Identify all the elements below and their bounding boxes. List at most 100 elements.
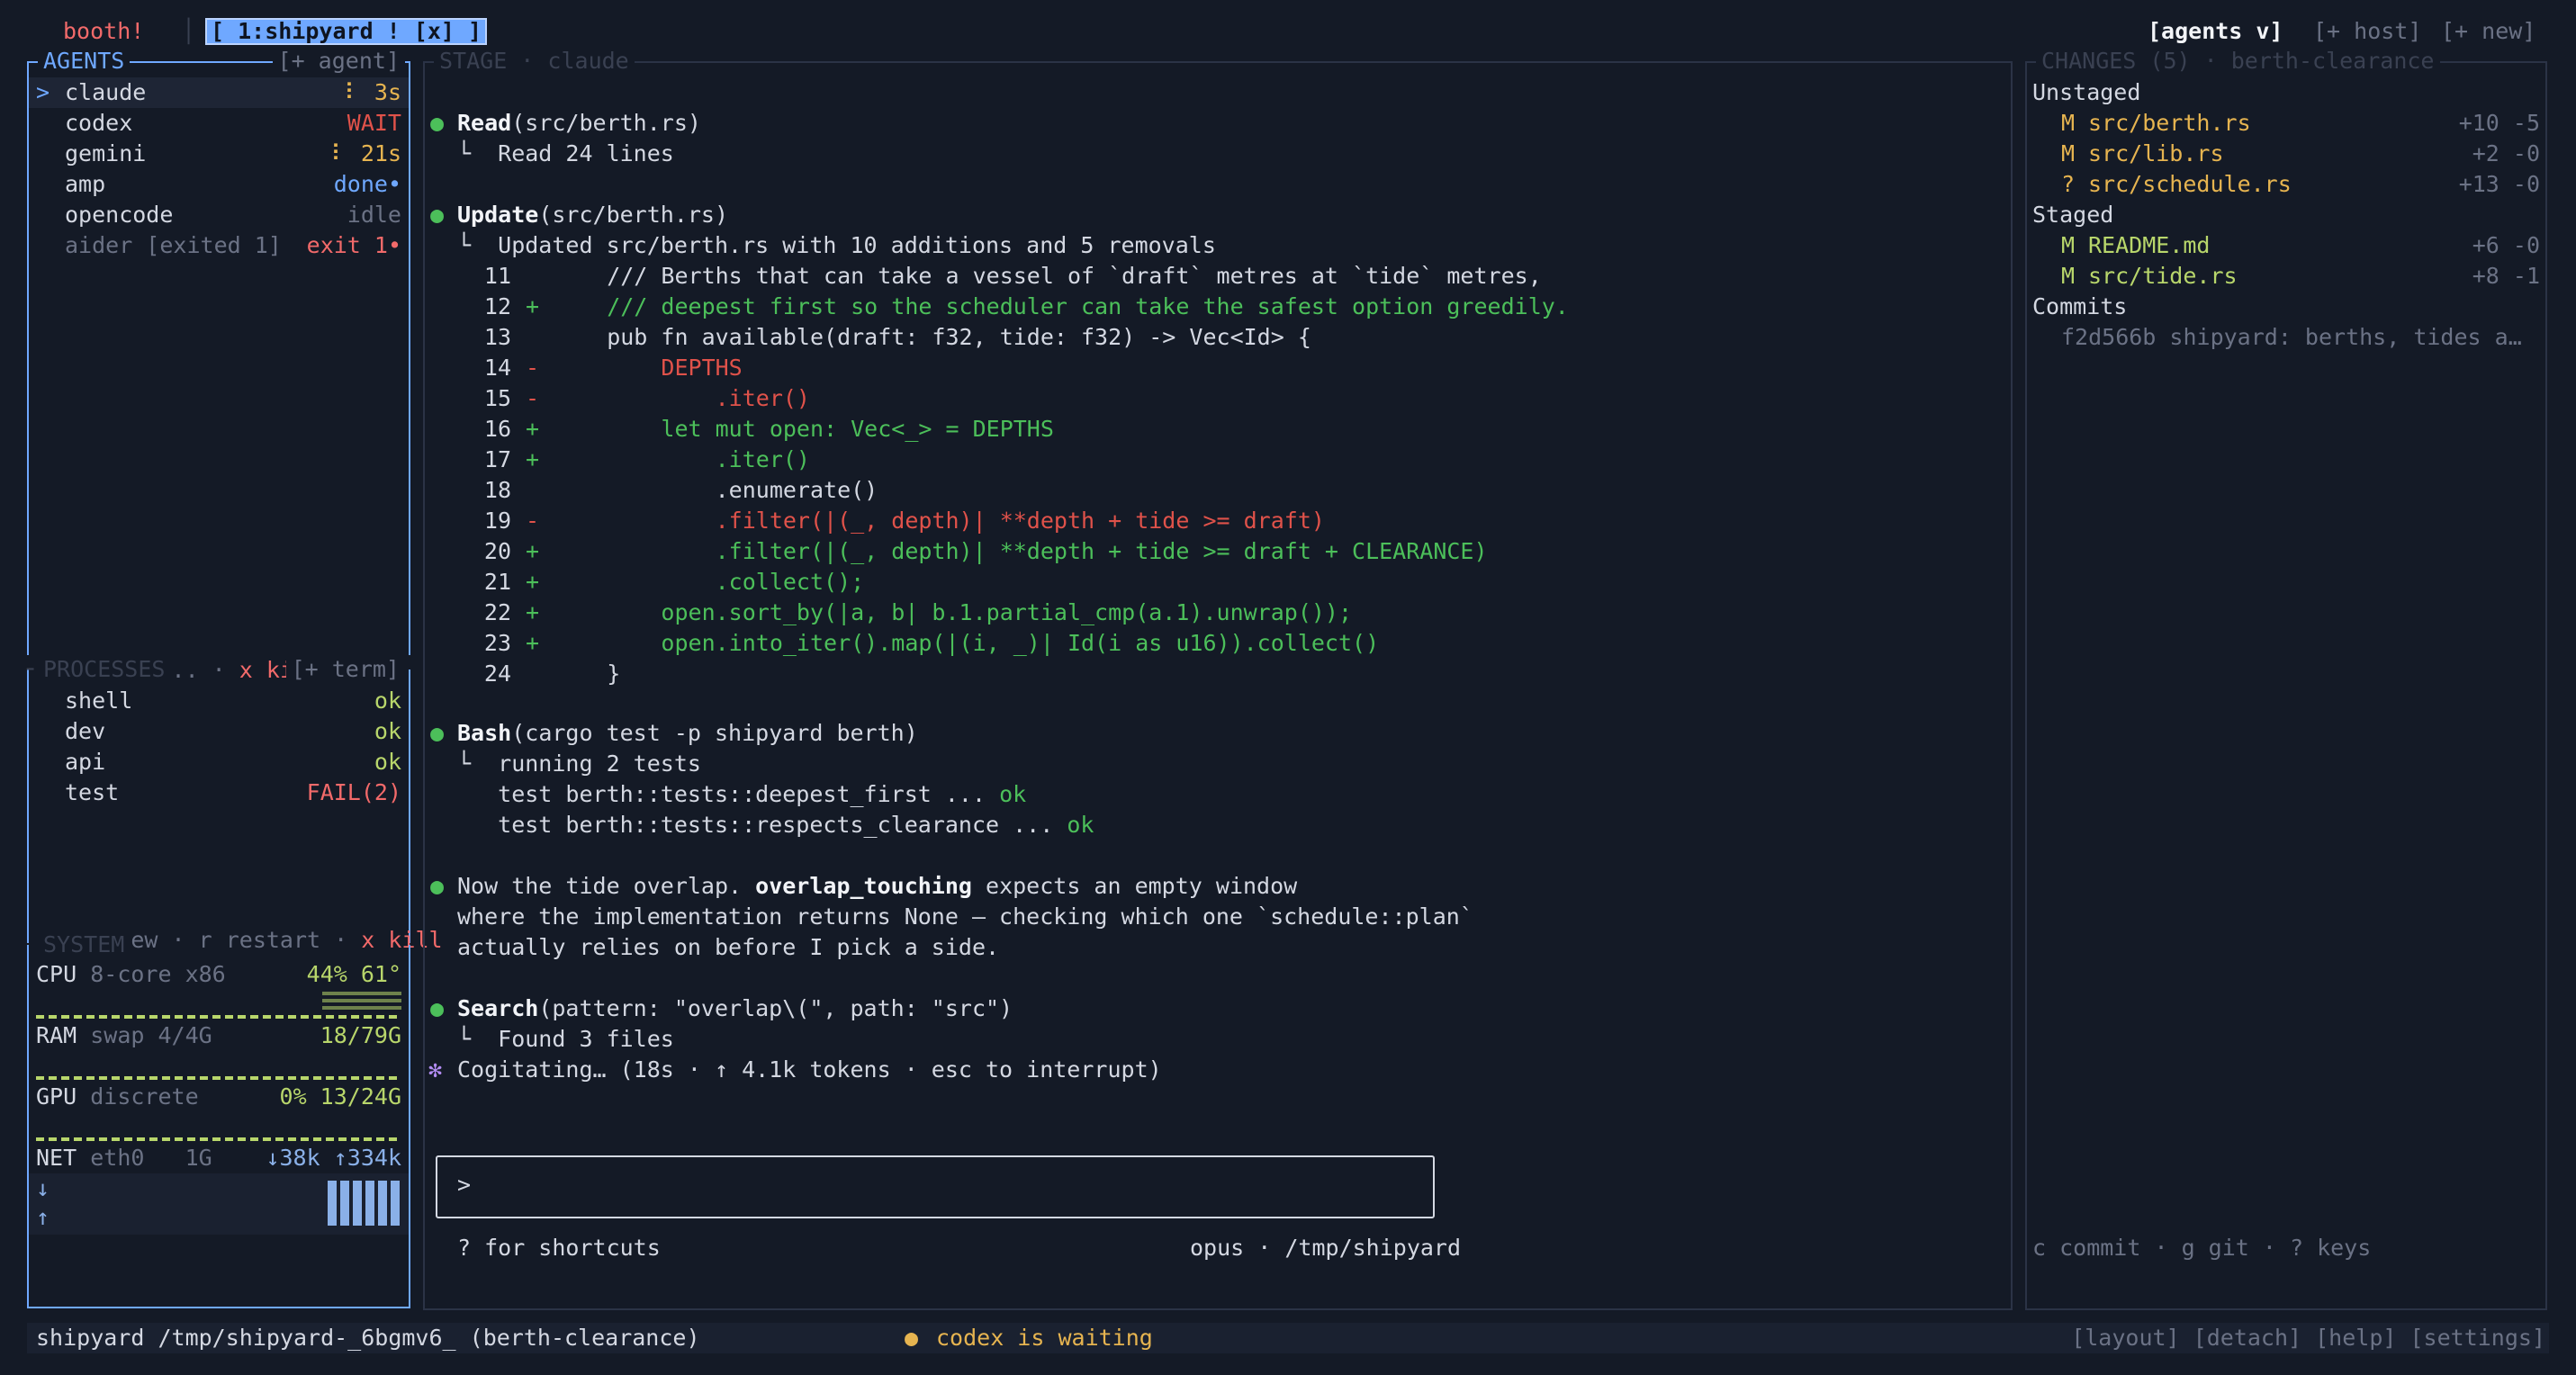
update-tool-call: Update(src/berth.rs) <box>457 202 729 228</box>
read-tool-call: Read(src/berth.rs) <box>457 110 701 136</box>
diff-code: } <box>553 661 621 687</box>
gpu-value: 0% 13/24G <box>279 1083 401 1110</box>
agent-name: aider [exited 1] <box>65 232 282 258</box>
net-down-arrow: ↓ <box>36 1175 50 1201</box>
process-name: dev <box>65 718 106 744</box>
process-status: FAIL(2) <box>306 779 401 805</box>
update-bullet: ● <box>430 202 445 228</box>
diff-line-number: 17 <box>483 446 511 472</box>
diff-sign: + <box>526 293 540 319</box>
diff-sign <box>526 659 539 689</box>
assistant-message-line-3: actually relies on before I pick a side. <box>457 934 1000 960</box>
diff-code: /// Berths that can take a vessel of `dr… <box>553 263 1542 289</box>
changed-file[interactable]: Msrc/tide.rs +8 -1 <box>2027 261 2545 292</box>
diff-line-number: 14 <box>483 355 511 381</box>
diff-line-number: 11 <box>483 263 511 289</box>
process-status: ok <box>374 718 401 744</box>
cpu-row: CPU 8-core x86 <box>36 961 226 987</box>
ram-value: 18/79G <box>320 1022 401 1048</box>
net-up-arrow: ↑ <box>36 1204 50 1230</box>
changed-file[interactable]: M README.md +6 -0 <box>2027 230 2545 261</box>
agent-status: ⠇ 3s <box>344 79 401 105</box>
search-bullet: ● <box>430 995 445 1021</box>
agents-view-dropdown[interactable]: [agents v] <box>2148 16 2283 47</box>
waiting-dot-icon: ● <box>905 1325 919 1351</box>
agent-name: opencode <box>65 202 174 228</box>
changes-panel: CHANGES (5) · berth-clearance Unstaged M… <box>2025 46 2547 1310</box>
file-status-mark: M <box>2061 110 2076 136</box>
diff-line-number: 15 <box>483 385 511 411</box>
changed-file[interactable]: Msrc/lib.rs +2 -0 <box>2027 139 2545 169</box>
test-line-2: test berth::tests::respects_clearance ..… <box>457 812 1094 838</box>
commit-item[interactable]: f2d566b shipyard: berths, tides a… <box>2061 322 2522 353</box>
file-path: src/berth.rs <box>2088 110 2251 136</box>
file-path: src/lib.rs <box>2088 140 2224 166</box>
changed-file[interactable]: Msrc/berth.rs +10 -5 <box>2027 108 2545 139</box>
file-diffstat: +2 -0 <box>2472 140 2540 166</box>
diff-code: open.sort_by(|a, b| b.1.partial_cmp(a.1)… <box>553 599 1353 625</box>
diff-code: open.into_iter().map(|(i, _)| Id(i as u1… <box>553 630 1380 656</box>
unstaged-label: Unstaged <box>2032 79 2141 105</box>
diff-code: DEPTHS <box>553 355 743 381</box>
agents-title: AGENTS <box>38 46 131 76</box>
diff-code: .filter(|(_, depth)| **depth + tide >= d… <box>553 538 1488 564</box>
diff-line-number: 20 <box>483 538 511 564</box>
agent-item[interactable]: > claude ⠇ 3s <box>29 77 409 108</box>
spinner-icon: ✻ <box>428 1056 443 1083</box>
agent-name: gemini <box>65 140 147 166</box>
process-item[interactable]: api ok <box>29 747 409 777</box>
agent-item[interactable]: opencode idle <box>29 200 409 230</box>
diff-line-number: 13 <box>483 324 511 350</box>
process-name: test <box>65 779 120 805</box>
gpu-row: GPU discrete <box>36 1083 199 1110</box>
tab-shipyard[interactable]: [ 1:shipyard ! [x] ] <box>205 18 488 45</box>
system-panel: SYSTEM CPU 8-core x86 44% 61° RAM swap 4… <box>27 930 410 1308</box>
process-name: api <box>65 749 106 775</box>
add-agent-button[interactable]: [+ agent] <box>272 46 405 76</box>
file-path: src/tide.rs <box>2088 263 2238 289</box>
prompt-symbol: > <box>457 1172 472 1198</box>
file-path: src/schedule.rs <box>2088 171 2292 197</box>
diff-sign: - <box>526 508 540 534</box>
status-cogitating: Cogitating… (18s · ↑ 4.1k tokens · esc t… <box>457 1056 1162 1083</box>
system-title: SYSTEM <box>38 930 131 960</box>
process-name: shell <box>65 688 133 714</box>
file-status-mark: M <box>2061 263 2076 289</box>
process-item[interactable]: dev ok <box>29 716 409 747</box>
prompt-input[interactable]: > <box>436 1155 1435 1218</box>
changes-hints[interactable]: c commit · g git · ? keys <box>2032 1233 2371 1263</box>
diff-code: /// deepest first so the scheduler can t… <box>553 293 1569 319</box>
diff-sign: + <box>526 416 540 442</box>
agent-status: exit 1• <box>306 232 401 258</box>
bash-tool-call: Bash(cargo test -p shipyard berth) <box>457 720 918 746</box>
agent-item[interactable]: amp done• <box>29 169 409 200</box>
test-line-1: test berth::tests::deepest_first ... ok <box>457 781 1027 807</box>
diff-line-number: 12 <box>483 293 511 319</box>
diff-sign: - <box>526 385 540 411</box>
shortcuts-hint[interactable]: ? for shortcuts <box>457 1233 661 1263</box>
statusbar-actions[interactable]: [layout] [detach] [help] [settings] <box>2071 1323 2545 1353</box>
diff-sign: + <box>526 569 540 595</box>
session-info: shipyard /tmp/shipyard-_6bgmv6_ (berth-c… <box>36 1325 700 1351</box>
read-bullet: ● <box>430 110 445 136</box>
process-item[interactable]: shell ok <box>29 686 409 716</box>
add-host-button[interactable]: [+ host] <box>2313 16 2421 47</box>
process-item[interactable]: test FAIL(2) <box>29 777 409 808</box>
agent-item[interactable]: gemini ⠇ 21s <box>29 139 409 169</box>
agent-item[interactable]: codex WAIT <box>29 108 409 139</box>
add-new-button[interactable]: [+ new] <box>2441 16 2535 47</box>
diff-sign: + <box>526 630 540 656</box>
diff-line-number: 23 <box>483 630 511 656</box>
agent-item[interactable]: aider [exited 1] exit 1• <box>29 230 409 261</box>
diff-line-number: 21 <box>483 569 511 595</box>
agent-name: amp <box>65 171 106 197</box>
diff-line-number: 24 <box>483 661 511 687</box>
add-term-button[interactable]: [+ term] <box>285 654 405 685</box>
model-path: opus · /tmp/shipyard <box>1190 1235 1462 1261</box>
waiting-notice[interactable]: codex is waiting <box>936 1323 1153 1353</box>
agent-selected-marker: > <box>36 79 50 105</box>
changed-file[interactable]: ? src/schedule.rs +13 -0 <box>2027 169 2545 200</box>
processes-title: PROCESSES <box>38 654 171 685</box>
diff-line-number: 22 <box>483 599 511 625</box>
commits-label: Commits <box>2032 293 2128 319</box>
